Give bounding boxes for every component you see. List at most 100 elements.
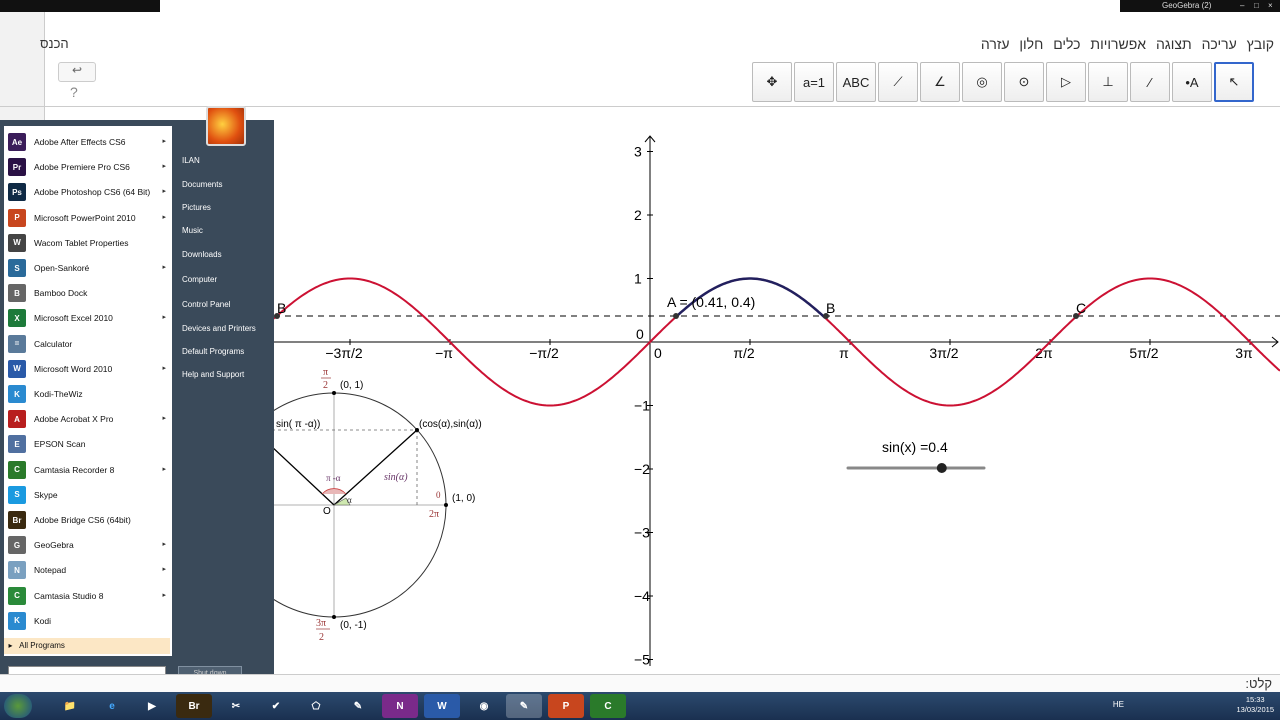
start-menu-item[interactable]: Pr Adobe Premiere Pro CS6 ▸ (8, 155, 170, 179)
bridge-icon[interactable]: Br (176, 694, 212, 718)
start-menu-place[interactable]: ILAN (182, 156, 200, 165)
powerpoint-icon[interactable]: P (548, 694, 584, 718)
point-tool[interactable]: •A (1172, 62, 1212, 102)
explorer-icon[interactable]: 📁 (52, 694, 88, 718)
all-programs-button[interactable]: ▸ All Programs (4, 638, 170, 654)
label-alpha: α (347, 495, 352, 505)
geogebra-icon[interactable]: ⬠ (298, 694, 334, 718)
graphics-view[interactable]: 3210−1−2−3−4−5 −3π/2 −π −π/2 0 π/2 π 3π/2 2π 5π/… (274, 130, 1280, 670)
program-icon: B (8, 284, 26, 303)
onenote-icon[interactable]: N (382, 694, 418, 718)
start-menu-item[interactable]: C Camtasia Studio 8 ▸ (8, 584, 170, 608)
line-tool[interactable]: ⁄ (1130, 62, 1170, 102)
submenu-arrow-icon: ▸ (162, 163, 166, 171)
point-0-minus1 (332, 615, 336, 619)
menu-edit[interactable]: עריכה (1202, 36, 1237, 52)
point-0-1 (332, 391, 336, 395)
close-button[interactable]: × (1268, 1, 1273, 10)
y-tick-label: 3 (634, 144, 642, 160)
window-title: GeoGebra (2) (1162, 1, 1212, 10)
start-menu-place[interactable]: Computer (182, 275, 217, 284)
start-menu-place[interactable]: Documents (182, 180, 222, 189)
x-tick-label: π/2 (733, 345, 755, 361)
slider-tool[interactable]: a=1 (794, 62, 834, 102)
submenu-arrow-icon: ▸ (162, 541, 166, 549)
program-icon: Ps (8, 183, 26, 202)
program-icon: C (8, 460, 26, 479)
start-menu-place[interactable]: Music (182, 226, 203, 235)
angle-tool[interactable]: ∠ (920, 62, 960, 102)
point-B-label: B (826, 300, 835, 316)
start-menu-place[interactable]: Downloads (182, 250, 222, 259)
input-bar[interactable]: קלט: (0, 674, 1280, 693)
word-icon[interactable]: W (424, 694, 460, 718)
user-picture[interactable] (206, 106, 246, 146)
chrome-icon[interactable]: ◉ (466, 694, 502, 718)
pi-minus-alpha-arc (321, 488, 347, 495)
submenu-arrow-icon: ▸ (162, 264, 166, 271)
ie-icon[interactable]: e (94, 694, 130, 718)
start-menu-place[interactable]: Pictures (182, 203, 211, 212)
start-menu-item[interactable]: B Bamboo Dock (8, 281, 170, 305)
perpendicular-tool[interactable]: ⊥ (1088, 62, 1128, 102)
menu-options[interactable]: אפשרויות (1090, 36, 1146, 52)
text-tool[interactable]: ABC (836, 62, 876, 102)
start-menu-item[interactable]: A Adobe Acrobat X Pro ▸ (8, 407, 170, 431)
point-A-label: A = (0.41, 0.4) (667, 294, 755, 310)
reflect-tool[interactable]: ⟋ (878, 62, 918, 102)
insert-label[interactable]: הכנס (40, 36, 69, 51)
menu-view[interactable]: תצוגה (1156, 36, 1192, 52)
x-tick-label: 5π/2 (1129, 345, 1158, 361)
start-menu-item[interactable]: S Skype (8, 483, 170, 507)
start-menu-item[interactable]: W Wacom Tablet Properties (8, 231, 170, 255)
sankore-icon[interactable]: ✎ (340, 694, 376, 718)
help-icon[interactable]: ? (70, 84, 78, 100)
conic-tool[interactable]: ◎ (962, 62, 1002, 102)
start-menu-item[interactable]: Ps Adobe Photoshop CS6 (64 Bit) ▸ (8, 180, 170, 204)
language-indicator[interactable]: HE (1113, 700, 1124, 709)
start-menu-item[interactable]: C Camtasia Recorder 8 ▸ (8, 458, 170, 482)
sankore-task-icon[interactable]: ✎ (506, 694, 542, 718)
start-menu-place[interactable]: Control Panel (182, 300, 230, 309)
minimize-button[interactable]: – (1240, 1, 1244, 10)
start-menu-place[interactable]: Help and Support (182, 370, 244, 379)
camtasia-icon[interactable]: C (590, 694, 626, 718)
program-icon: A (8, 410, 26, 429)
slider-knob[interactable] (936, 463, 947, 473)
check-icon[interactable]: ✔ (258, 694, 294, 718)
tool-icon[interactable]: ✂ (218, 694, 254, 718)
start-menu-item[interactable]: K Kodi (8, 609, 170, 633)
point-A[interactable] (673, 313, 679, 319)
maximize-button[interactable]: □ (1254, 1, 1259, 10)
clock[interactable]: 15:33 13/03/2015 (1236, 695, 1274, 715)
x-tick-label: π (839, 345, 849, 361)
program-label: Microsoft Excel 2010 (34, 313, 113, 324)
start-menu-item[interactable]: Ae Adobe After Effects CS6 ▸ (8, 130, 170, 154)
start-menu-item[interactable]: Br Adobe Bridge CS6 (64bit) (8, 508, 170, 532)
start-menu-item[interactable]: = Calculator (8, 332, 170, 356)
move-graphics-view-tool[interactable]: ✥ (752, 62, 792, 102)
program-label: Notepad (34, 565, 67, 576)
start-menu-place[interactable]: Devices and Printers (182, 324, 256, 333)
start-menu-item[interactable]: W Microsoft Word 2010 ▸ (8, 357, 170, 381)
select-tool[interactable]: ↖ (1214, 62, 1254, 102)
start-menu-item[interactable]: S Open-Sankoré ▸ (8, 256, 170, 280)
start-menu-item[interactable]: G GeoGebra ▸ (8, 533, 170, 557)
menu-window[interactable]: חלון (1019, 36, 1043, 52)
start-menu-item[interactable]: X Microsoft Excel 2010 ▸ (8, 306, 170, 330)
menu-file[interactable]: קובץ (1247, 36, 1274, 52)
start-menu-item[interactable]: P Microsoft PowerPoint 2010 ▸ (8, 206, 170, 230)
start-menu-item[interactable]: K Kodi-TheWiz (8, 382, 170, 406)
menu-tools[interactable]: כלים (1053, 36, 1080, 52)
start-button[interactable] (4, 694, 32, 718)
polygon-tool[interactable]: ▷ (1046, 62, 1086, 102)
start-menu-item[interactable]: E EPSON Scan (8, 432, 170, 456)
circle-tool[interactable]: ⊙ (1004, 62, 1044, 102)
media-player-icon[interactable]: ▶ (134, 694, 170, 718)
label-two-pi: 2π (429, 509, 439, 520)
start-menu-place[interactable]: Default Programs (182, 347, 244, 356)
program-label: Calculator (34, 338, 73, 349)
menu-help[interactable]: עזרה (981, 36, 1010, 52)
undo-button[interactable]: ↩ (58, 62, 96, 82)
start-menu-item[interactable]: N Notepad ▸ (8, 558, 170, 582)
